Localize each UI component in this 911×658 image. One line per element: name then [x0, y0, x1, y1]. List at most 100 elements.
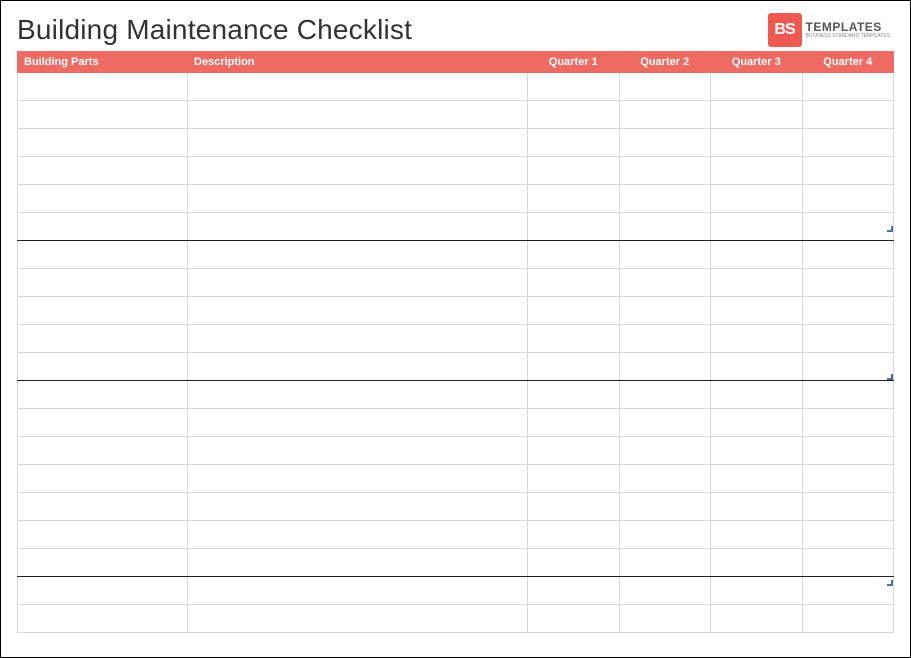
table-cell[interactable]: [18, 157, 188, 185]
table-cell[interactable]: [188, 549, 528, 577]
table-cell[interactable]: [18, 73, 188, 101]
table-cell[interactable]: [18, 577, 188, 605]
table-cell[interactable]: [528, 381, 620, 409]
table-cell[interactable]: [528, 73, 620, 101]
table-cell[interactable]: [802, 297, 894, 325]
table-cell[interactable]: [18, 381, 188, 409]
table-cell[interactable]: [619, 101, 711, 129]
table-cell[interactable]: [18, 297, 188, 325]
table-cell[interactable]: [18, 353, 188, 381]
table-cell[interactable]: [802, 269, 894, 297]
table-cell[interactable]: [619, 409, 711, 437]
table-cell[interactable]: [802, 353, 894, 381]
table-cell[interactable]: [528, 297, 620, 325]
table-cell[interactable]: [528, 101, 620, 129]
table-cell[interactable]: [711, 521, 803, 549]
table-cell[interactable]: [711, 297, 803, 325]
table-cell[interactable]: [802, 241, 894, 269]
table-cell[interactable]: [188, 213, 528, 241]
table-cell[interactable]: [188, 297, 528, 325]
table-cell[interactable]: [528, 521, 620, 549]
table-cell[interactable]: [711, 325, 803, 353]
table-cell[interactable]: [528, 157, 620, 185]
table-cell[interactable]: [188, 353, 528, 381]
table-cell[interactable]: [528, 185, 620, 213]
table-cell[interactable]: [528, 437, 620, 465]
table-cell[interactable]: [802, 605, 894, 633]
table-cell[interactable]: [802, 73, 894, 101]
table-cell[interactable]: [711, 129, 803, 157]
table-cell[interactable]: [619, 185, 711, 213]
table-cell[interactable]: [711, 241, 803, 269]
table-cell[interactable]: [619, 549, 711, 577]
table-cell[interactable]: [711, 409, 803, 437]
table-cell[interactable]: [711, 549, 803, 577]
table-cell[interactable]: [18, 493, 188, 521]
table-cell[interactable]: [528, 129, 620, 157]
table-cell[interactable]: [619, 381, 711, 409]
table-cell[interactable]: [528, 213, 620, 241]
table-cell[interactable]: [619, 269, 711, 297]
table-cell[interactable]: [619, 437, 711, 465]
table-cell[interactable]: [18, 213, 188, 241]
table-cell[interactable]: [188, 129, 528, 157]
table-cell[interactable]: [528, 409, 620, 437]
table-cell[interactable]: [619, 493, 711, 521]
table-cell[interactable]: [619, 297, 711, 325]
table-cell[interactable]: [188, 605, 528, 633]
table-cell[interactable]: [711, 493, 803, 521]
table-cell[interactable]: [619, 213, 711, 241]
table-cell[interactable]: [188, 437, 528, 465]
table-cell[interactable]: [528, 549, 620, 577]
table-cell[interactable]: [802, 437, 894, 465]
table-cell[interactable]: [18, 521, 188, 549]
table-cell[interactable]: [711, 213, 803, 241]
table-cell[interactable]: [18, 549, 188, 577]
table-cell[interactable]: [18, 101, 188, 129]
table-cell[interactable]: [802, 213, 894, 241]
table-cell[interactable]: [711, 381, 803, 409]
table-cell[interactable]: [18, 605, 188, 633]
table-cell[interactable]: [188, 577, 528, 605]
table-cell[interactable]: [711, 157, 803, 185]
table-cell[interactable]: [619, 325, 711, 353]
table-cell[interactable]: [619, 521, 711, 549]
table-cell[interactable]: [711, 465, 803, 493]
table-cell[interactable]: [711, 101, 803, 129]
table-cell[interactable]: [802, 325, 894, 353]
table-cell[interactable]: [619, 129, 711, 157]
table-cell[interactable]: [711, 437, 803, 465]
table-cell[interactable]: [18, 325, 188, 353]
table-cell[interactable]: [528, 465, 620, 493]
table-cell[interactable]: [802, 185, 894, 213]
table-cell[interactable]: [619, 465, 711, 493]
table-cell[interactable]: [528, 241, 620, 269]
table-cell[interactable]: [18, 241, 188, 269]
table-cell[interactable]: [802, 101, 894, 129]
table-cell[interactable]: [711, 353, 803, 381]
table-cell[interactable]: [619, 577, 711, 605]
table-cell[interactable]: [18, 465, 188, 493]
table-cell[interactable]: [528, 353, 620, 381]
table-cell[interactable]: [528, 605, 620, 633]
table-cell[interactable]: [802, 577, 894, 605]
table-cell[interactable]: [711, 73, 803, 101]
table-cell[interactable]: [619, 157, 711, 185]
table-cell[interactable]: [802, 129, 894, 157]
table-cell[interactable]: [802, 409, 894, 437]
table-cell[interactable]: [18, 185, 188, 213]
table-cell[interactable]: [802, 381, 894, 409]
table-cell[interactable]: [18, 437, 188, 465]
table-cell[interactable]: [188, 465, 528, 493]
table-cell[interactable]: [18, 129, 188, 157]
table-cell[interactable]: [802, 465, 894, 493]
table-cell[interactable]: [711, 605, 803, 633]
table-cell[interactable]: [528, 577, 620, 605]
table-cell[interactable]: [188, 381, 528, 409]
table-cell[interactable]: [188, 157, 528, 185]
table-cell[interactable]: [188, 241, 528, 269]
table-cell[interactable]: [711, 269, 803, 297]
table-cell[interactable]: [188, 493, 528, 521]
table-cell[interactable]: [18, 409, 188, 437]
table-cell[interactable]: [188, 185, 528, 213]
